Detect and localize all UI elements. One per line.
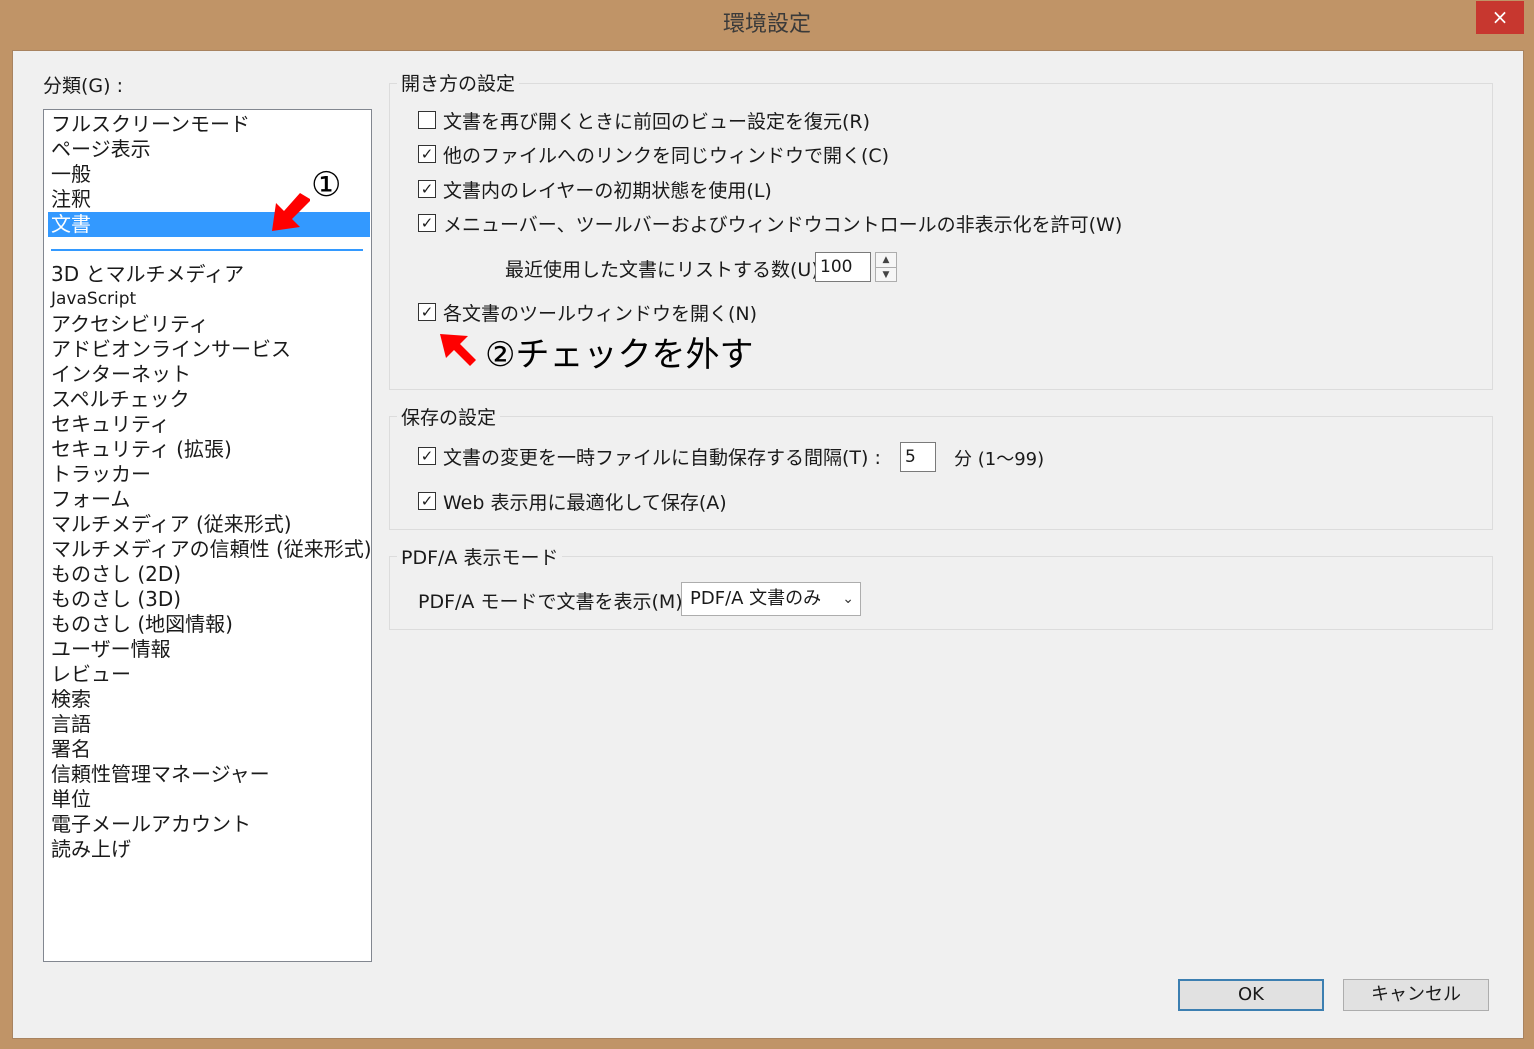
annotation-step2: ②チェックを外す <box>485 335 754 375</box>
chevron-down-icon: ⌄ <box>842 591 854 607</box>
category-item[interactable]: セキュリティ <box>48 412 370 437</box>
web-optimize-label: Web 表示用に最適化して保存(A) <box>443 492 727 514</box>
open-settings-title: 開き方の設定 <box>397 69 520 96</box>
category-item[interactable]: 電子メールアカウント <box>48 812 370 837</box>
category-item[interactable]: ページ表示 <box>48 137 370 162</box>
dialog-body: 分類(G) : フルスクリーンモード ページ表示 一般 注釈 文書 3D とマル… <box>12 50 1524 1039</box>
category-item[interactable]: インターネット <box>48 362 370 387</box>
pdfa-mode-select[interactable]: PDF/A 文書のみ ⌄ <box>681 582 861 616</box>
restore-view-label: 文書を再び開くときに前回のビュー設定を復元(R) <box>443 111 871 133</box>
tool-window-checkbox[interactable]: ✓ <box>418 303 436 321</box>
list-separator <box>51 249 363 251</box>
autosave-label: 文書の変更を一時ファイルに自動保存する間隔(T) : <box>443 447 881 469</box>
category-item[interactable]: スペルチェック <box>48 387 370 412</box>
same-window-links-label: 他のファイルへのリンクを同じウィンドウで開く(C) <box>443 145 890 167</box>
ok-button[interactable]: OK <box>1178 979 1324 1011</box>
allow-hide-bars-checkbox[interactable]: ✓ <box>418 214 436 232</box>
category-item[interactable]: ものさし (3D) <box>48 587 370 612</box>
category-item[interactable]: マルチメディア (従来形式) <box>48 512 370 537</box>
category-item[interactable]: 検索 <box>48 687 370 712</box>
same-window-links-checkbox[interactable]: ✓ <box>418 145 436 163</box>
category-item[interactable]: アドビオンラインサービス <box>48 337 370 362</box>
category-item[interactable]: マルチメディアの信頼性 (従来形式) <box>48 537 372 562</box>
red-arrow-icon <box>440 334 476 366</box>
window-title: 環境設定 <box>722 12 811 37</box>
preferences-dialog: 環境設定 × 分類(G) : フルスクリーンモード ページ表示 一般 注釈 文書… <box>0 0 1534 1049</box>
category-item[interactable]: アクセシビリティ <box>48 312 370 337</box>
close-button[interactable]: × <box>1476 1 1524 34</box>
web-optimize-checkbox[interactable]: ✓ <box>418 492 436 510</box>
category-item[interactable]: セキュリティ (拡張) <box>48 437 370 462</box>
annotation-step1: ① <box>311 165 342 205</box>
category-list[interactable]: フルスクリーンモード ページ表示 一般 注釈 文書 3D とマルチメディア Ja… <box>43 109 372 962</box>
autosave-interval-input[interactable]: 5 <box>900 442 936 472</box>
category-item[interactable]: 読み上げ <box>48 837 370 862</box>
category-item[interactable]: JavaScript <box>48 287 370 312</box>
category-label: 分類(G) : <box>43 75 123 97</box>
category-item-selected[interactable]: 文書 <box>48 212 370 237</box>
layer-initial-state-label: 文書内のレイヤーの初期状態を使用(L) <box>443 180 772 202</box>
spin-down-icon[interactable]: ▼ <box>876 268 896 282</box>
recent-docs-label: 最近使用した文書にリストする数(U) : <box>505 259 832 281</box>
cancel-button[interactable]: キャンセル <box>1343 979 1489 1011</box>
save-settings-title: 保存の設定 <box>397 403 501 430</box>
category-item[interactable]: ものさし (地図情報) <box>48 612 370 637</box>
category-item[interactable]: 言語 <box>48 712 370 737</box>
layer-initial-state-checkbox[interactable]: ✓ <box>418 180 436 198</box>
restore-view-checkbox[interactable] <box>418 111 436 129</box>
category-item[interactable]: 単位 <box>48 787 370 812</box>
spin-up-icon[interactable]: ▲ <box>876 253 896 268</box>
red-arrow-icon <box>272 193 310 231</box>
category-item[interactable]: ユーザー情報 <box>48 637 370 662</box>
autosave-unit: 分 (1～99) <box>954 449 1045 470</box>
allow-hide-bars-label: メニューバー、ツールバーおよびウィンドウコントロールの非表示化を許可(W) <box>443 214 1123 236</box>
category-item[interactable]: トラッカー <box>48 462 370 487</box>
pdfa-label: PDF/A モードで文書を表示(M) : <box>418 591 696 613</box>
pdfa-title: PDF/A 表示モード <box>397 543 563 570</box>
pdfa-mode-value: PDF/A 文書のみ <box>690 588 822 609</box>
category-item[interactable]: ものさし (2D) <box>48 562 370 587</box>
category-item[interactable]: レビュー <box>48 662 370 687</box>
recent-docs-input[interactable]: 100 <box>815 252 871 282</box>
category-item[interactable]: 信頼性管理マネージャー <box>48 762 370 787</box>
recent-docs-stepper[interactable]: ▲ ▼ <box>875 252 897 282</box>
category-item[interactable]: フォーム <box>48 487 370 512</box>
category-item[interactable]: フルスクリーンモード <box>48 112 370 137</box>
category-item[interactable]: 署名 <box>48 737 370 762</box>
autosave-checkbox[interactable]: ✓ <box>418 447 436 465</box>
tool-window-label: 各文書のツールウィンドウを開く(N) <box>443 303 758 325</box>
category-item[interactable]: 3D とマルチメディア <box>48 262 370 287</box>
